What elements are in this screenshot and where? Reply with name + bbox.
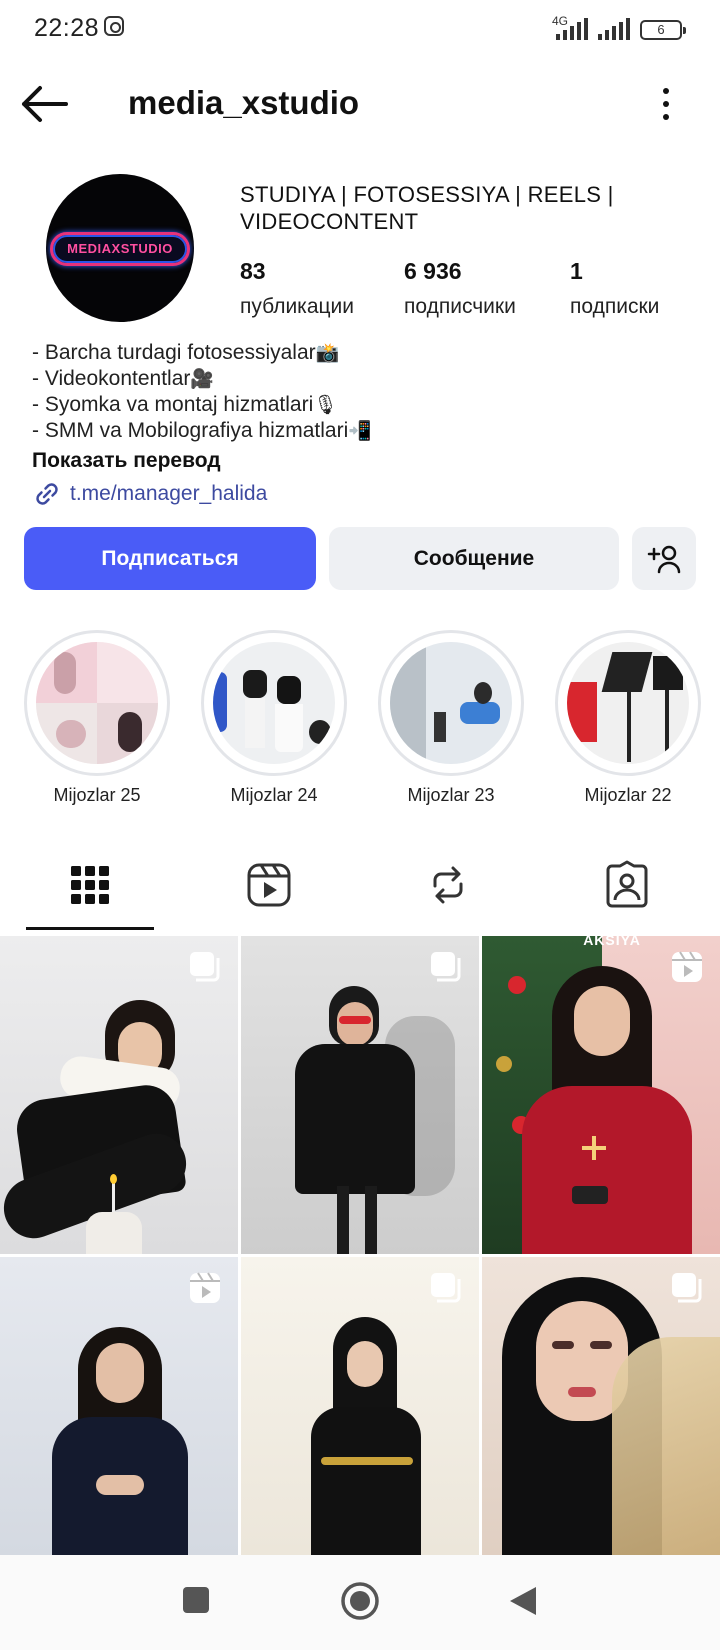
signal-icon: 4G: [552, 14, 588, 40]
stat-label: публикации: [240, 295, 354, 318]
message-button[interactable]: Сообщение: [329, 527, 619, 590]
page-title: media_xstudio: [128, 84, 360, 121]
grid-post[interactable]: [482, 1257, 720, 1555]
highlight-item[interactable]: Mijozlar 24: [199, 630, 349, 806]
highlight-label: Mijozlar 25: [53, 785, 141, 805]
bio-line: - SMM va Mobilografiya hizmatlari📲: [32, 419, 372, 442]
highlight-item[interactable]: Mijozlar 22: [553, 630, 703, 806]
recents-button[interactable]: [181, 1585, 211, 1620]
carousel-icon: [190, 952, 220, 982]
tab-reels[interactable]: [244, 860, 294, 910]
link-text: t.me/manager_halida: [70, 482, 268, 505]
highlight-ring: [378, 630, 524, 776]
tab-grid[interactable]: [65, 860, 115, 910]
grid-icon: [71, 866, 109, 904]
highlight-label: Mijozlar 23: [407, 785, 495, 805]
home-icon: [341, 1582, 379, 1620]
suggest-users-button[interactable]: [632, 527, 696, 590]
stat-value: 1: [570, 258, 583, 284]
post-overlay-text: AKSIYA: [583, 936, 641, 948]
highlight-ring: [555, 630, 701, 776]
instagram-icon: [104, 16, 124, 36]
carousel-icon: [672, 1273, 702, 1303]
stat-following[interactable]: 1 подписки: [570, 258, 659, 319]
microphone-icon: 🎙: [313, 394, 338, 416]
home-button[interactable]: [340, 1581, 380, 1626]
follow-button[interactable]: Подписаться: [24, 527, 316, 590]
nav-back-button[interactable]: [508, 1585, 538, 1622]
avatar[interactable]: MEDIAXSTUDIO: [46, 174, 194, 322]
reels-icon: [672, 951, 702, 982]
status-bar: 22:28 4G 6: [0, 0, 720, 56]
video-camera-icon: 🎥: [190, 368, 215, 390]
highlight-cover: [213, 642, 335, 764]
profile-header: media_xstudio: [0, 60, 720, 150]
grid-post[interactable]: [0, 936, 238, 1254]
phone-icon: 📲: [348, 420, 372, 442]
grid-post[interactable]: [241, 936, 479, 1254]
more-options-button[interactable]: [654, 84, 678, 124]
link-icon: [36, 483, 58, 505]
avatar-logo: MEDIAXSTUDIO: [50, 232, 190, 266]
grid-post[interactable]: [241, 1257, 479, 1555]
profile-name: STUDIYA | FOTOSESSIYA | REELS | VIDEOCON…: [240, 182, 614, 234]
recents-icon: [183, 1587, 209, 1613]
reels-icon: [190, 1272, 220, 1303]
bio-link[interactable]: t.me/manager_halida: [32, 479, 692, 509]
tagged-icon: [606, 860, 648, 908]
stat-value: 6 936: [404, 258, 462, 284]
highlight-label: Mijozlar 24: [230, 785, 318, 805]
highlight-item[interactable]: Mijozlar 25: [22, 630, 172, 806]
arrow-left-icon: [22, 86, 68, 122]
grid-post[interactable]: AKSIYA: [482, 936, 720, 1254]
system-nav-bar: [0, 1555, 720, 1650]
bio-line: - Barcha turdagi fotosessiyalar📸: [32, 341, 340, 364]
highlight-item[interactable]: Mijozlar 23: [376, 630, 526, 806]
camera-icon: 📸: [315, 342, 340, 364]
tab-tagged[interactable]: [602, 860, 652, 910]
stat-posts[interactable]: 83 публикации: [240, 258, 354, 319]
repost-icon: [433, 866, 463, 904]
carousel-icon: [431, 952, 461, 982]
bio-line: - Videokontentlar🎥: [32, 367, 215, 390]
back-icon: [510, 1587, 536, 1615]
status-time: 22:28: [34, 14, 100, 42]
highlight-cover: [390, 642, 512, 764]
stat-label: подписки: [570, 295, 660, 318]
network-type: 4G: [552, 14, 569, 28]
stat-label: подписчики: [404, 295, 516, 318]
add-user-icon: [647, 545, 681, 573]
battery-icon: 6: [640, 20, 686, 40]
highlight-label: Mijozlar 22: [584, 785, 672, 805]
grid-post[interactable]: [0, 1257, 238, 1555]
reels-icon: [247, 863, 291, 907]
more-vertical-icon: [654, 88, 678, 120]
highlight-ring: [24, 630, 170, 776]
highlight-cover: [36, 642, 158, 764]
back-button[interactable]: [20, 80, 72, 128]
bio-line: - Syomka va montaj hizmatlari🎙: [32, 393, 338, 416]
highlight-cover: [567, 642, 689, 764]
bio: - Barcha turdagi fotosessiyalar📸 - Video…: [32, 340, 692, 509]
stat-followers[interactable]: 6 936 подписчики: [404, 258, 516, 319]
show-translation-link[interactable]: Показать перевод: [32, 449, 692, 473]
profile-tabs: [0, 840, 720, 932]
tab-reposts[interactable]: [423, 860, 473, 910]
active-tab-indicator: [26, 927, 154, 930]
stat-value: 83: [240, 258, 266, 284]
status-indicators: 4G 6: [552, 14, 686, 40]
carousel-icon: [431, 1273, 461, 1303]
signal-icon: [598, 18, 630, 40]
highlight-ring: [201, 630, 347, 776]
